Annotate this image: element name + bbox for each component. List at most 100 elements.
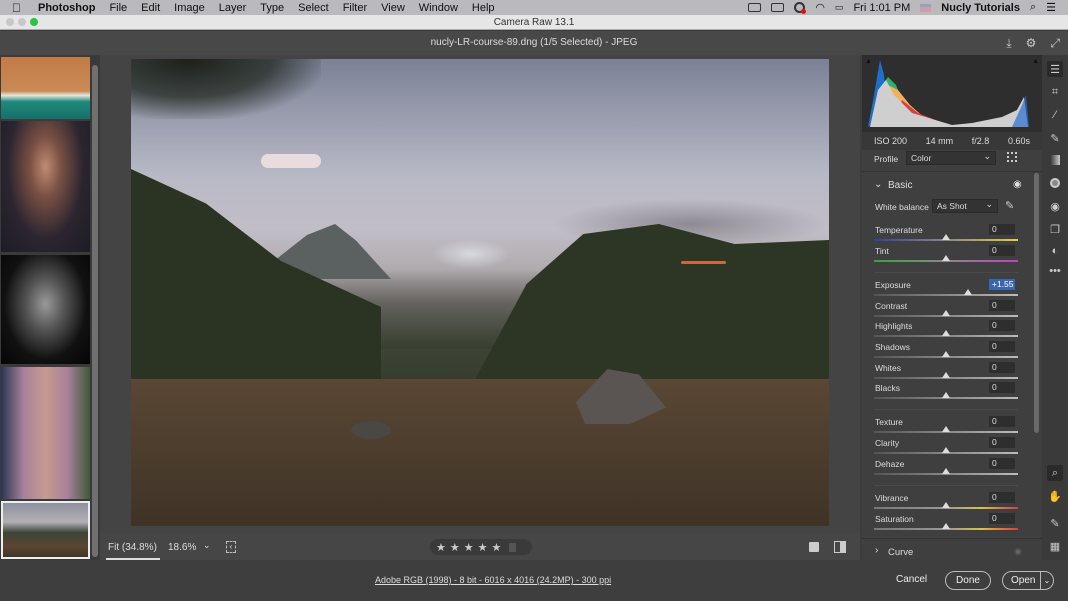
exposure-slider-track[interactable] [874, 294, 1018, 296]
zoom-window-button[interactable] [30, 18, 38, 26]
cancel-button[interactable]: Cancel [896, 574, 927, 585]
thumbnail-woman-veil[interactable] [1, 121, 90, 252]
contrast-value-field[interactable]: 0 [989, 300, 1015, 311]
wifi-icon[interactable]: ◠ [815, 1, 825, 14]
thumbnail-building-arch[interactable] [1, 367, 90, 499]
curve-section-title[interactable]: Curve [888, 547, 913, 558]
tint-slider-handle[interactable] [942, 255, 950, 261]
adjustment-brush-icon[interactable]: ✎ [1047, 130, 1063, 146]
blacks-slider-handle[interactable] [942, 392, 950, 398]
menu-type[interactable]: Type [260, 2, 284, 14]
thumbnail-woman-bw[interactable] [1, 255, 90, 364]
radial-filter-icon[interactable] [1047, 175, 1063, 191]
dehaze-value-field[interactable]: 0 [989, 458, 1015, 469]
done-button[interactable]: Done [945, 571, 991, 590]
vibrance-slider-handle[interactable] [942, 502, 950, 508]
settings-gear-icon[interactable]: ⚙ [1026, 31, 1037, 55]
zoom-level-dropdown[interactable]: 18.6% [168, 542, 196, 553]
dehaze-slider-handle[interactable] [942, 468, 950, 474]
thumbnail-mountain-landscape-selected[interactable] [1, 501, 90, 559]
grid-overlay-icon[interactable]: ▦ [1047, 538, 1063, 554]
menu-file[interactable]: File [109, 2, 127, 14]
star-1-icon[interactable]: ★ [436, 541, 446, 554]
minimize-window-button[interactable] [18, 18, 26, 26]
spot-removal-icon[interactable]: ⁄ [1047, 107, 1063, 123]
user-name[interactable]: Nucly Tutorials [941, 2, 1020, 14]
star-5-icon[interactable]: ★ [492, 541, 502, 554]
highlights-slider-handle[interactable] [942, 330, 950, 336]
preview-image[interactable] [131, 59, 829, 526]
menu-window[interactable]: Window [419, 2, 458, 14]
panel-scrollbar[interactable] [1034, 173, 1039, 433]
open-options-chevron-icon[interactable]: ⌄ [1040, 572, 1053, 589]
image-canvas[interactable] [100, 55, 860, 533]
exposure-slider-handle[interactable] [964, 289, 973, 295]
star-4-icon[interactable]: ★ [478, 541, 488, 554]
close-window-button[interactable] [6, 18, 14, 26]
edit-sliders-icon[interactable]: ☰ [1047, 61, 1063, 77]
star-3-icon[interactable]: ★ [464, 541, 474, 554]
delete-trash-icon[interactable] [509, 542, 517, 552]
exposure-value-field[interactable]: +1.55 [989, 279, 1015, 290]
menu-edit[interactable]: Edit [141, 2, 160, 14]
profile-dropdown[interactable]: Color [906, 150, 996, 165]
whites-slider-handle[interactable] [942, 372, 950, 378]
more-options-icon[interactable]: ••• [1047, 263, 1063, 279]
airplay-icon[interactable]: ▭ [835, 2, 844, 13]
graduated-filter-icon[interactable] [1047, 152, 1063, 168]
save-image-icon[interactable]: ⤓ [1006, 31, 1011, 55]
before-after-view-icon[interactable] [834, 541, 846, 553]
shadows-value-field[interactable]: 0 [989, 341, 1015, 352]
whites-value-field[interactable]: 0 [989, 362, 1015, 373]
tint-value-field[interactable]: 0 [989, 245, 1015, 256]
presets-icon[interactable]: ◐ [1047, 243, 1063, 259]
fit-zoom-button[interactable]: Fit (34.8%) [108, 542, 157, 553]
toggle-filmstrip-icon[interactable]: ‹ [226, 541, 236, 553]
hand-tool-icon[interactable]: ✋ [1047, 488, 1063, 504]
creative-cloud-icon[interactable] [794, 2, 807, 14]
blacks-value-field[interactable]: 0 [989, 382, 1015, 393]
basic-collapse-chevron-icon[interactable]: ⌄ [874, 179, 882, 190]
menu-app-name[interactable]: Photoshop [38, 2, 95, 14]
highlights-value-field[interactable]: 0 [989, 320, 1015, 331]
workflow-options-link[interactable]: Adobe RGB (1998) - 8 bit - 6016 x 4016 (… [375, 575, 611, 585]
menu-filter[interactable]: Filter [343, 2, 367, 14]
apple-icon[interactable]:  [12, 1, 26, 15]
temperature-value-field[interactable]: 0 [989, 224, 1015, 235]
menu-image[interactable]: Image [174, 2, 205, 14]
menu-select[interactable]: Select [298, 2, 329, 14]
profile-browser-icon[interactable] [1007, 152, 1017, 162]
vibrance-value-field[interactable]: 0 [989, 492, 1015, 503]
curve-visibility-eye-icon[interactable]: ◉ [1014, 546, 1022, 557]
saturation-slider-handle[interactable] [942, 523, 950, 529]
thumbnail-aerial-beach[interactable] [1, 57, 90, 119]
basic-section-title[interactable]: Basic [888, 180, 912, 191]
filmstrip-scrollbar[interactable] [92, 65, 98, 557]
temperature-slider-handle[interactable] [942, 234, 950, 240]
display-icon[interactable] [771, 3, 785, 12]
clarity-slider-handle[interactable] [942, 447, 950, 453]
white-balance-eyedropper-icon[interactable]: ✎ [1005, 199, 1014, 212]
menu-layer[interactable]: Layer [219, 2, 247, 14]
texture-slider-handle[interactable] [942, 426, 950, 432]
zoom-tool-icon[interactable]: ⌕ [1047, 465, 1063, 481]
crop-rotate-icon[interactable]: ⌗ [1047, 84, 1063, 100]
menu-help[interactable]: Help [472, 2, 495, 14]
clock[interactable]: Fri 1:01 PM [853, 2, 910, 14]
saturation-value-field[interactable]: 0 [989, 513, 1015, 524]
curve-expand-chevron-icon[interactable]: › [875, 545, 878, 556]
fullscreen-icon[interactable]: ⤢ [1050, 31, 1060, 55]
spotlight-search-icon[interactable]: ⌕ [1030, 1, 1036, 14]
notification-center-icon[interactable]: ☰ [1046, 1, 1056, 14]
menu-view[interactable]: View [381, 2, 405, 14]
snapshots-icon[interactable]: ❐ [1047, 221, 1063, 237]
zoom-dropdown-chevron-icon[interactable]: ⌄ [203, 540, 211, 551]
single-view-icon[interactable] [809, 542, 819, 552]
star-2-icon[interactable]: ★ [450, 541, 460, 554]
contrast-slider-handle[interactable] [942, 310, 950, 316]
screen-record-icon[interactable] [748, 3, 762, 12]
clarity-value-field[interactable]: 0 [989, 437, 1015, 448]
open-button[interactable]: Open ⌄ [1002, 571, 1054, 590]
red-eye-icon[interactable]: ◉ [1047, 198, 1063, 214]
flag-icon[interactable] [920, 3, 932, 12]
